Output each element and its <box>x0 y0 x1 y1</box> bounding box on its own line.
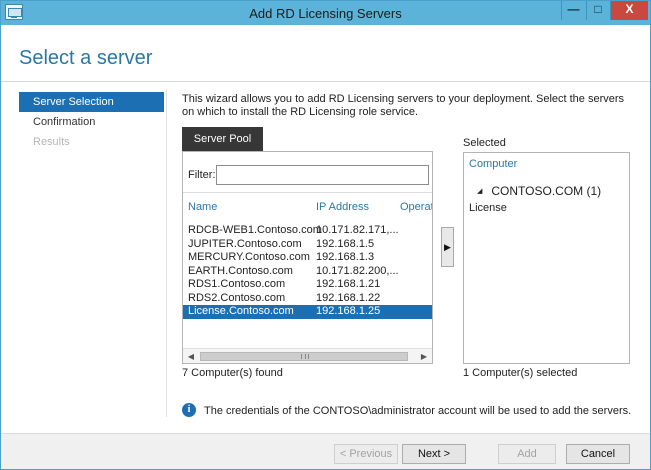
server-name: MERCURY.Contoso.com <box>188 251 310 263</box>
computers-selected-count: 1 Computer(s) selected <box>463 367 578 379</box>
server-ip: 192.168.1.5 <box>316 237 375 250</box>
title-bar[interactable]: Add RD Licensing Servers — □ X <box>1 1 650 25</box>
wizard-window: Add RD Licensing Servers — □ X Select a … <box>0 0 651 470</box>
server-row[interactable]: RDS2.Contoso.com 192.168.1.22 <box>183 292 432 306</box>
collapse-triangle-icon[interactable]: ◢ <box>477 188 482 195</box>
nav-divider <box>166 89 167 417</box>
column-header-name[interactable]: Name <box>188 201 217 213</box>
server-ip: 192.168.1.25 <box>316 305 381 317</box>
add-to-selected-button[interactable]: ▶ <box>441 227 454 267</box>
scroll-left-icon[interactable]: ◀ <box>185 351 197 362</box>
server-name: License.Contoso.com <box>188 305 294 317</box>
server-name: RDS2.Contoso.com <box>188 291 286 304</box>
scrollbar-thumb[interactable] <box>200 352 408 361</box>
minimize-button[interactable]: — <box>561 1 585 20</box>
filter-input[interactable] <box>216 165 429 185</box>
server-pool-panel: Filter: Name IP Address Operat RDCB-WEB1… <box>182 151 433 364</box>
header-divider <box>1 81 650 82</box>
wizard-footer: < Previous Next > Add Cancel <box>1 433 650 469</box>
server-ip: 10.171.82.171,... <box>316 224 399 236</box>
server-list: RDCB-WEB1.Contoso.com 10.171.82.171,... … <box>183 224 432 319</box>
nav-item-server-selection[interactable]: Server Selection <box>19 92 164 112</box>
selected-item[interactable]: License <box>469 202 507 214</box>
filter-divider <box>183 192 432 193</box>
add-button[interactable]: Add <box>498 444 556 464</box>
window-title: Add RD Licensing Servers <box>249 6 402 21</box>
server-ip: 192.168.1.22 <box>316 291 381 304</box>
selected-group[interactable]: ◢ CONTOSO.COM (1) <box>477 184 601 198</box>
tab-server-pool[interactable]: Server Pool <box>182 127 263 151</box>
column-header-ip-address[interactable]: IP Address <box>316 201 369 213</box>
selected-group-label: CONTOSO.COM (1) <box>491 184 602 198</box>
next-button[interactable]: Next > <box>402 444 466 464</box>
filter-label: Filter: <box>188 169 216 181</box>
server-ip: 192.168.1.3 <box>316 251 375 263</box>
server-ip: 192.168.1.21 <box>316 278 381 290</box>
computers-found-count: 7 Computer(s) found <box>182 367 283 379</box>
cancel-button[interactable]: Cancel <box>566 444 630 464</box>
server-row[interactable]: RDCB-WEB1.Contoso.com 10.171.82.171,... <box>183 224 432 238</box>
server-row-selected[interactable]: License.Contoso.com 192.168.1.25 <box>183 305 432 319</box>
page-title: Select a server <box>19 47 153 69</box>
server-row[interactable]: JUPITER.Contoso.com 192.168.1.5 <box>183 238 432 252</box>
selected-panel: Computer ◢ CONTOSO.COM (1) License <box>463 152 630 364</box>
horizontal-scrollbar[interactable]: ◀ ▶ <box>183 348 432 363</box>
maximize-button[interactable]: □ <box>586 1 609 20</box>
server-row[interactable]: RDS1.Contoso.com 192.168.1.21 <box>183 278 432 292</box>
nav-item-results: Results <box>33 136 70 148</box>
credentials-info-text: The credentials of the CONTOSO\administr… <box>204 405 632 417</box>
server-name: RDCB-WEB1.Contoso.com <box>188 224 322 236</box>
column-header-operating-system[interactable]: Operat <box>400 201 432 213</box>
close-button[interactable]: X <box>610 1 648 20</box>
server-row[interactable]: EARTH.Contoso.com 10.171.82.200,... <box>183 265 432 279</box>
info-icon: i <box>182 403 196 417</box>
server-name: JUPITER.Contoso.com <box>188 237 302 250</box>
server-name: EARTH.Contoso.com <box>188 264 293 277</box>
column-header-computer[interactable]: Computer <box>469 158 517 170</box>
scroll-right-icon[interactable]: ▶ <box>418 351 430 362</box>
intro-text: This wizard allows you to add RD Licensi… <box>182 93 625 118</box>
nav-item-confirmation[interactable]: Confirmation <box>19 112 164 132</box>
grip-icon <box>301 354 309 359</box>
wizard-steps-nav: Server Selection Confirmation Results <box>19 92 164 152</box>
selected-label: Selected <box>463 137 506 149</box>
server-ip: 10.171.82.200,... <box>316 264 399 277</box>
server-row[interactable]: MERCURY.Contoso.com 192.168.1.3 <box>183 251 432 265</box>
previous-button[interactable]: < Previous <box>334 444 398 464</box>
server-name: RDS1.Contoso.com <box>188 278 286 290</box>
